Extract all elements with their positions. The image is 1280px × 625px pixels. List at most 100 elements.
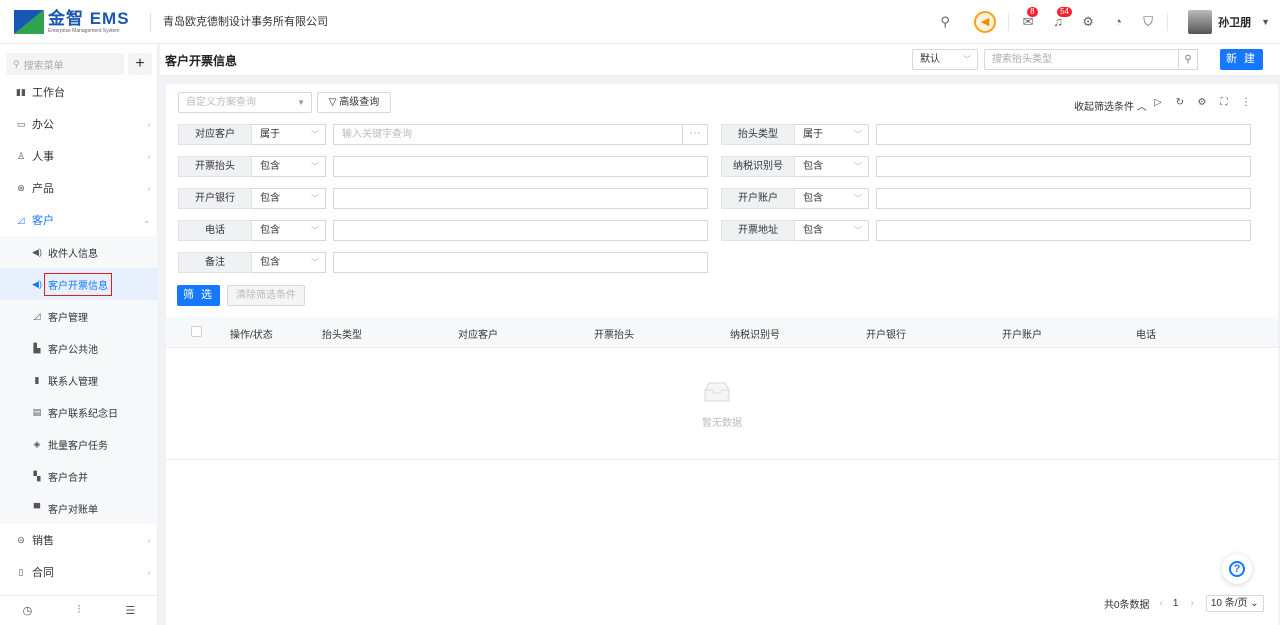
search-icon[interactable]: ⚲: [937, 14, 953, 30]
column-header[interactable]: 开户账户: [1002, 326, 1042, 341]
column-header[interactable]: 开户银行: [866, 326, 906, 341]
collapse-filters-button[interactable]: 收起筛选条件 ︿: [1074, 98, 1147, 113]
contract-icon: ▯: [18, 566, 24, 577]
sidebar-item-customer-merge[interactable]: ▚ 客户合并: [0, 460, 158, 492]
filter-operator-select[interactable]: 包含 ﹀: [252, 188, 326, 209]
filter-operator-select[interactable]: 包含 ﹀: [252, 252, 326, 273]
filter-label: 抬头类型: [721, 124, 795, 145]
search-icon[interactable]: ⚲: [1178, 49, 1198, 70]
filter-tax-id-input[interactable]: [876, 156, 1251, 177]
add-menu-button[interactable]: +: [128, 53, 152, 75]
refresh-icon[interactable]: ↻: [1174, 97, 1186, 108]
page-number[interactable]: 1: [1173, 598, 1179, 609]
bell-icon[interactable]: ♫ 54: [1050, 6, 1072, 30]
chevron-down-icon: ﹀: [854, 130, 862, 139]
new-button[interactable]: 新 建: [1220, 49, 1263, 70]
sidebar-item-recipient-info[interactable]: ◀) 收件人信息: [0, 236, 158, 268]
history-icon[interactable]: ◷: [23, 604, 33, 617]
sidebar-item-product[interactable]: ⊛ 产品 ›: [0, 172, 158, 204]
filter-operator-select[interactable]: 属于 ﹀: [252, 124, 326, 145]
filter-invoice-title-input[interactable]: [333, 156, 708, 177]
sidebar-item-contacts[interactable]: ▮ 联系人管理: [0, 364, 158, 396]
mail-icon[interactable]: ✉ 8: [1020, 6, 1038, 30]
filter-operator-select[interactable]: 包含 ﹀: [252, 156, 326, 177]
bar-icon: ▙: [33, 342, 41, 353]
menu-search-input[interactable]: ⚲ 搜索菜单: [6, 53, 124, 75]
sidebar-item-anniversary[interactable]: ▤ 客户联系纪念日: [0, 396, 158, 428]
filter-row-invoice-title: 开票抬头 包含 ﹀: [178, 156, 708, 177]
chevron-right-icon: ›: [147, 119, 150, 129]
column-header[interactable]: 操作/状态: [230, 326, 273, 341]
caret-down-icon[interactable]: ▼: [1261, 17, 1270, 27]
scheme-select[interactable]: 自定义方案查询 ▼: [178, 92, 312, 113]
filter-operator-select[interactable]: 包含 ﹀: [795, 188, 869, 209]
more-horizontal-icon[interactable]: ···: [682, 124, 708, 145]
page-title: 客户开票信息: [165, 54, 238, 68]
column-header[interactable]: 纳税识别号: [730, 326, 780, 341]
clear-filters-button[interactable]: 清除筛选条件: [227, 285, 305, 306]
sidebar-item-contract[interactable]: ▯ 合同 ›: [0, 556, 158, 588]
filter-label: 备注: [178, 252, 252, 273]
main-area: 客户开票信息 默认 ﹀ 搜索抬头类型 ⚲ 新 建 自定义方案查询 ▼ ▽ 高级查询 收…: [160, 44, 1280, 625]
empty-text: 暂无数据: [702, 418, 742, 429]
header-search-input[interactable]: 搜索抬头类型 ⚲: [984, 49, 1198, 70]
filter-account-input[interactable]: [876, 188, 1251, 209]
chevron-down-icon: ﹀: [963, 55, 971, 64]
sidebar-item-hr[interactable]: ♙ 人事 ›: [0, 140, 158, 172]
filter-phone-input[interactable]: [333, 220, 708, 241]
fullscreen-icon[interactable]: ⛶: [1218, 97, 1230, 108]
column-header[interactable]: 电话: [1136, 326, 1156, 341]
filter-customer-input[interactable]: 输入关键字查询 ···: [333, 124, 708, 145]
logo[interactable]: 金智 EMS Enterprise Management System: [14, 9, 138, 34]
collapse-menu-icon[interactable]: ☰: [125, 604, 135, 617]
prev-page-button[interactable]: ‹: [1160, 598, 1163, 609]
more-vertical-icon[interactable]: ⋮: [1240, 97, 1252, 108]
top-bar: 金智 EMS Enterprise Management System 青岛欧克…: [0, 0, 1280, 44]
sidebar-item-sales[interactable]: ⊝ 销售 ›: [0, 524, 158, 556]
play-icon[interactable]: ▷: [1152, 97, 1164, 108]
help-button[interactable]: ?: [1222, 554, 1252, 584]
shield-icon[interactable]: ⛉: [1140, 14, 1156, 30]
filter-title-type-input[interactable]: [876, 124, 1251, 145]
filter-label: 开票抬头: [178, 156, 252, 177]
avatar[interactable]: [1188, 9, 1213, 34]
announcement-icon[interactable]: ◀: [974, 10, 997, 33]
column-header[interactable]: 抬头类型: [322, 326, 362, 341]
advanced-query-button[interactable]: ▽ 高级查询: [317, 92, 391, 113]
filter-remark-input[interactable]: [333, 252, 708, 273]
nav-menu: ▮▮ 工作台 ▭ 办公 › ♙ 人事 › ⊛ 产品 › ◿ 客户 ⌄ ◀) 收件人信息 ◀) 客户开票…: [0, 76, 158, 588]
sidebar-item-workbench[interactable]: ▮▮ 工作台: [0, 76, 158, 108]
filter-label: 开票地址: [721, 220, 795, 241]
filter-address-input[interactable]: [876, 220, 1251, 241]
gear-icon[interactable]: ⚙: [1080, 14, 1096, 30]
sidebar-item-customer[interactable]: ◿ 客户 ⌄: [0, 204, 158, 236]
filter-label: 开户账户: [721, 188, 795, 209]
chevron-down-icon: ﹀: [854, 162, 862, 171]
sidebar: ⚲ 搜索菜单 + ▮▮ 工作台 ▭ 办公 › ♙ 人事 › ⊛ 产品 › ◿ 客户 ⌄ ◀) 收件人信…: [0, 44, 158, 625]
filter-button[interactable]: 筛 选: [177, 285, 220, 306]
filter-operator-select[interactable]: 包含 ﹀: [252, 220, 326, 241]
sidebar-item-statement[interactable]: ▀ 客户对账单: [0, 492, 158, 524]
user-name[interactable]: 孙卫朋: [1218, 14, 1251, 30]
next-page-button[interactable]: ›: [1190, 598, 1193, 609]
sidebar-item-customer-pool[interactable]: ▙ 客户公共池: [0, 332, 158, 364]
filter-bank-input[interactable]: [333, 188, 708, 209]
page-size-select[interactable]: 10 条/页 ⌄: [1205, 595, 1264, 612]
view-select[interactable]: 默认 ﹀: [912, 49, 978, 70]
mail-badge: 8: [1027, 6, 1038, 17]
pie-chart-icon[interactable]: ◔: [1110, 14, 1126, 30]
select-all-checkbox[interactable]: [191, 326, 202, 337]
settings-sliders-icon[interactable]: ⫶: [77, 604, 80, 617]
filter-operator-select[interactable]: 包含 ﹀: [795, 220, 869, 241]
gear-icon[interactable]: ⚙: [1196, 97, 1208, 108]
chevron-down-icon: ﹀: [311, 162, 319, 171]
sidebar-item-customer-management[interactable]: ◿ 客户管理: [0, 300, 158, 332]
table-header: 操作/状态 抬头类型 对应客户 开票抬头 纳税识别号 开户银行 开户账户 电话: [166, 317, 1278, 348]
column-header[interactable]: 开票抬头: [594, 326, 634, 341]
sidebar-item-office[interactable]: ▭ 办公 ›: [0, 108, 158, 140]
filter-operator-select[interactable]: 包含 ﹀: [795, 156, 869, 177]
filter-operator-select[interactable]: 属于 ﹀: [795, 124, 869, 145]
sidebar-item-batch-task[interactable]: ◈ 批量客户任务: [0, 428, 158, 460]
column-header[interactable]: 对应客户: [458, 326, 498, 341]
sidebar-item-invoice-info[interactable]: ◀) 客户开票信息: [0, 268, 158, 300]
